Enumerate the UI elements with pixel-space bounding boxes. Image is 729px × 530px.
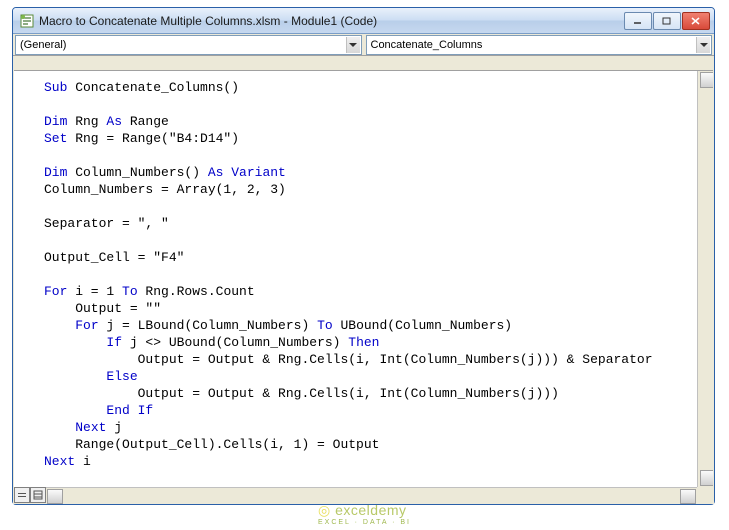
object-dropdown-value: (General) bbox=[20, 39, 66, 51]
horizontal-scrollbar[interactable] bbox=[46, 487, 697, 503]
chevron-down-icon bbox=[346, 37, 360, 53]
resize-grip[interactable] bbox=[697, 487, 713, 503]
full-module-view-button[interactable] bbox=[30, 487, 46, 503]
watermark-logo: ◎ exceldemy EXCEL · DATA · BI bbox=[318, 502, 411, 526]
procedure-dropdown-value: Concatenate_Columns bbox=[371, 39, 483, 51]
title-bar[interactable]: Macro to Concatenate Multiple Columns.xl… bbox=[13, 8, 714, 34]
margin-bar bbox=[14, 57, 713, 71]
window-title: Macro to Concatenate Multiple Columns.xl… bbox=[39, 14, 624, 28]
procedure-view-button[interactable] bbox=[14, 487, 30, 503]
object-dropdown[interactable]: (General) bbox=[15, 35, 362, 55]
close-button[interactable] bbox=[682, 12, 710, 30]
chevron-down-icon bbox=[696, 37, 710, 53]
vba-code-window: Macro to Concatenate Multiple Columns.xl… bbox=[12, 7, 715, 505]
maximize-button[interactable] bbox=[653, 12, 681, 30]
dropdown-bar: (General) Concatenate_Columns bbox=[13, 34, 714, 56]
vertical-scrollbar[interactable] bbox=[697, 71, 713, 487]
procedure-dropdown[interactable]: Concatenate_Columns bbox=[366, 35, 713, 55]
minimize-button[interactable] bbox=[624, 12, 652, 30]
module-icon bbox=[19, 13, 35, 29]
code-editor[interactable]: Sub Concatenate_Columns() Dim Rng As Ran… bbox=[14, 71, 697, 487]
